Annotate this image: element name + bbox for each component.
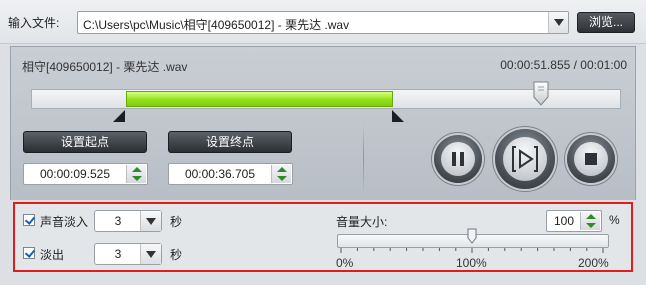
panel-divider (363, 123, 364, 195)
track-name: 相守[409650012] - 栗先达 .wav (22, 60, 188, 74)
file-input-row: 输入文件: C:\Users\pc\Music\相守[409650012] - … (0, 0, 646, 44)
chevron-down-icon (146, 251, 156, 258)
fade-in-unit: 秒 (170, 215, 183, 229)
set-end-button[interactable]: 设置终点 (168, 131, 292, 153)
input-file-path[interactable]: C:\Users\pc\Music\相守[409650012] - 栗先达 .w… (83, 16, 543, 33)
start-time-value[interactable]: 00:00:09.525 (24, 167, 126, 181)
fade-out-unit: 秒 (170, 248, 183, 262)
start-marker-icon[interactable] (112, 110, 125, 122)
volume-scale-mid: 100% (456, 256, 487, 270)
fade-in-label: 声音淡入 (40, 215, 89, 229)
input-file-dropdown-button[interactable] (548, 12, 568, 33)
volume-label: 音量大小: (336, 215, 388, 229)
volume-scale-min: 0% (336, 256, 354, 270)
fade-out-label: 淡出 (40, 248, 65, 262)
input-file-combo[interactable]: C:\Users\pc\Music\相守[409650012] - 栗先达 .w… (77, 11, 569, 34)
volume-slider-thumb-icon[interactable] (467, 228, 477, 244)
timeline-selection-range[interactable] (125, 91, 393, 107)
fade-out-dropdown-button[interactable] (140, 244, 161, 264)
stepper-up-icon[interactable] (132, 167, 142, 172)
start-time-field[interactable]: 00:00:09.525 (23, 163, 148, 185)
playhead-thumb-icon[interactable] (532, 81, 550, 107)
fade-in-checkbox[interactable] (23, 214, 35, 226)
volume-scale-max: 200% (578, 256, 609, 270)
volume-unit: % (609, 213, 620, 227)
fade-in-value[interactable]: 3 (95, 214, 141, 228)
volume-ticks (340, 248, 604, 253)
volume-stepper[interactable] (580, 212, 600, 230)
stepper-up-icon[interactable] (586, 214, 596, 219)
volume-value[interactable]: 100 (547, 214, 581, 228)
end-time-value[interactable]: 00:00:36.705 (169, 167, 271, 181)
play-button[interactable] (495, 129, 555, 189)
fade-in-dropdown-button[interactable] (140, 211, 161, 231)
stepper-down-icon[interactable] (586, 223, 596, 228)
time-readout: 00:00:51.855 / 00:01:00 (500, 58, 627, 72)
chevron-down-icon (146, 218, 156, 225)
pause-button[interactable] (434, 135, 482, 183)
end-time-stepper[interactable] (271, 165, 291, 183)
stepper-down-icon[interactable] (132, 176, 142, 181)
volume-field[interactable]: 100 (546, 210, 602, 232)
player-panel: 相守[409650012] - 栗先达 .wav 00:00:51.855 / … (10, 46, 636, 200)
play-frame-icon (503, 137, 547, 181)
fade-volume-panel: 声音淡入 3 秒 淡出 3 秒 音量大小: 100 % 0% 100% 200% (13, 202, 633, 272)
fade-out-value[interactable]: 3 (95, 247, 141, 261)
chevron-down-icon (554, 19, 564, 26)
pause-icon (441, 142, 475, 176)
stepper-up-icon[interactable] (277, 167, 287, 172)
stop-button[interactable] (567, 135, 615, 183)
end-time-field[interactable]: 00:00:36.705 (168, 163, 293, 185)
set-start-button[interactable]: 设置起点 (23, 131, 147, 153)
input-file-label: 输入文件: (8, 16, 60, 30)
start-time-stepper[interactable] (126, 165, 146, 183)
stop-icon (574, 142, 608, 176)
fade-in-select[interactable]: 3 (94, 210, 162, 232)
browse-button[interactable]: 浏览... (577, 12, 635, 33)
end-marker-icon[interactable] (391, 110, 404, 122)
fade-out-select[interactable]: 3 (94, 243, 162, 265)
stepper-down-icon[interactable] (277, 176, 287, 181)
fade-out-checkbox[interactable] (23, 247, 35, 259)
